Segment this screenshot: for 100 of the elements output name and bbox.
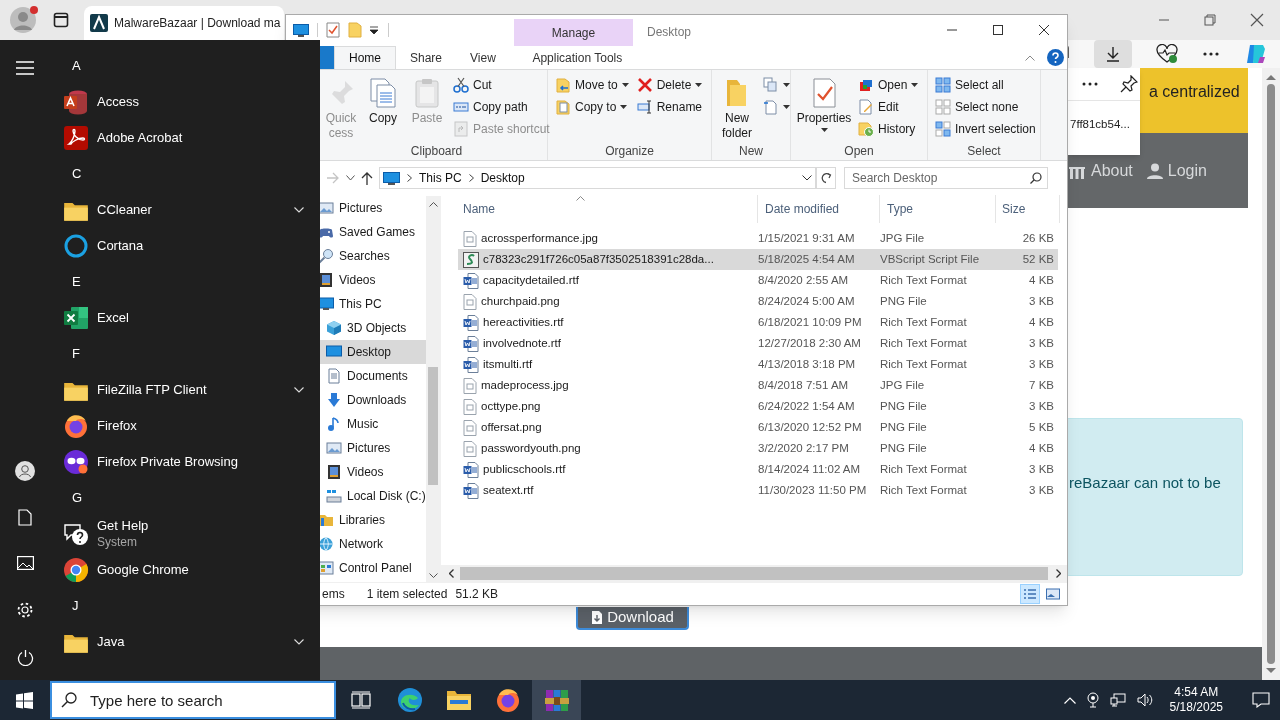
select-none-icon	[935, 99, 951, 115]
ribbon-button[interactable]	[761, 97, 792, 117]
path-icon	[453, 99, 469, 115]
date-modified: 6/13/2020 12:52 PM	[758, 420, 862, 433]
search-field[interactable]: Type here to search	[50, 681, 336, 719]
file-row[interactable]: publicschools.rtf 8/14/2024 11:02 AM Rich Text Format 3 KB	[458, 459, 1058, 480]
ribbon-button[interactable]	[761, 75, 792, 95]
app-list-item[interactable]: Java	[50, 624, 304, 660]
file-row[interactable]: madeprocess.jpg 8/4/2018 7:51 AM JPG File 7 KB	[458, 375, 1058, 396]
ribbon-tab[interactable]: Home	[334, 46, 396, 69]
file-name: seatext.rtf	[483, 482, 534, 498]
ribbon-tab[interactable]: Application Tools	[517, 46, 637, 69]
file-row[interactable]: c78323c291f726c05a87f3502518391c28da... 5/18/2025 4:54 AM VBScript Script File 52 KB	[458, 249, 1058, 270]
clock-date: 5/18/2025	[1169, 700, 1223, 715]
file-type: PNG File	[880, 399, 927, 412]
downloads-button[interactable]	[1094, 40, 1132, 68]
ribbon-button[interactable]: Copy	[363, 73, 403, 126]
file-row[interactable]: involvednote.rtf 12/27/2018 2:30 AM Rich Text Format 3 KB	[458, 333, 1058, 354]
file-type: Rich Text Format	[880, 273, 967, 286]
app-list-item[interactable]: Firefox Private Browsing	[50, 444, 304, 480]
file-row[interactable]: itsmulti.rtf 4/13/2018 3:18 PM Rich Text Format 3 KB	[458, 354, 1058, 375]
app-list-item[interactable]: Get Help System	[50, 516, 304, 552]
file-name: hereactivities.rtf	[483, 314, 564, 330]
forward-icon	[326, 172, 340, 184]
date-modified: 11/30/2023 11:50 PM	[758, 483, 867, 496]
file-row[interactable]: churchpaid.png 8/24/2024 5:00 AM PNG File 3 KB	[458, 291, 1058, 312]
ribbon-tab[interactable]: Share	[396, 46, 457, 69]
file-row[interactable]: hereactivities.rtf 6/18/2021 10:09 PM Rich Text Format 4 KB	[458, 312, 1058, 333]
app-list-item[interactable]: Adobe Acrobat	[50, 120, 304, 156]
dropdown-arrow-icon	[620, 105, 628, 109]
app-list-item[interactable]: CCleaner	[50, 192, 304, 228]
file-size: 4 KB	[1029, 272, 1054, 288]
fox-globe-icon	[63, 413, 89, 439]
ribbon-button[interactable]: Properties	[796, 73, 852, 132]
nav-link[interactable]: Login	[1146, 158, 1207, 183]
breadcrumb[interactable]: This PC	[419, 169, 462, 187]
file-row[interactable]: acrossperformance.jpg 1/15/2021 9:31 AM JPG File 26 KB	[458, 228, 1058, 249]
ribbon-button[interactable]: Edit	[856, 97, 921, 117]
address-bar[interactable]: This PC Desktop	[379, 167, 816, 189]
ribbon-button[interactable]: Select none	[933, 97, 1038, 117]
app-list-item[interactable]: Access	[50, 84, 304, 120]
scrollbar-thumb[interactable]	[428, 367, 439, 485]
app-name: Firefox	[97, 417, 138, 436]
ribbon-button[interactable]: Copy path	[451, 97, 552, 117]
ribbon-button[interactable]: Move to	[553, 75, 631, 95]
column-header[interactable]: Type	[880, 195, 996, 223]
chevron-right-icon	[407, 174, 412, 182]
rename-icon	[636, 99, 653, 115]
ribbon-button[interactable]: Rename	[634, 97, 705, 117]
app-list-item[interactable]: Excel	[50, 300, 304, 336]
ribbon-button[interactable]: Cut	[451, 75, 552, 95]
notice-text: reBazaar can not to be	[1069, 474, 1221, 491]
image-file-icon	[463, 398, 477, 415]
details-view-icon	[1023, 588, 1037, 600]
app-list-item[interactable]: FileZilla FTP Client	[50, 372, 304, 408]
ribbon-button[interactable]: History	[856, 119, 921, 139]
file-size: 26 KB	[1022, 230, 1054, 246]
ribbon-button[interactable]: Copy to	[553, 97, 631, 117]
column-header[interactable]: Size	[996, 195, 1060, 223]
ribbon-group-label: New	[739, 143, 763, 160]
ribbon-button[interactable]: Invert selection	[933, 119, 1038, 139]
app-list-item[interactable]: Firefox	[50, 408, 304, 444]
ribbon-button[interactable]: Select all	[933, 75, 1038, 95]
nav-link[interactable]: About	[1068, 158, 1133, 183]
dropdown-arrow-icon	[695, 83, 703, 87]
ribbon-button[interactable]: Open	[856, 75, 921, 95]
file-row[interactable]: capacitydetailed.rtf 8/4/2020 2:55 AM Rich Text Format 4 KB	[458, 270, 1058, 291]
file-row[interactable]: passwordyouth.png 3/2/2020 2:17 PM PNG File 4 KB	[458, 438, 1058, 459]
select-all-icon	[935, 77, 951, 93]
app-name: Get Help	[97, 518, 149, 534]
ribbon-button[interactable]: Delete	[634, 75, 705, 95]
ribbon-group-label: Clipboard	[410, 143, 463, 160]
word-document-icon	[463, 272, 479, 289]
breadcrumb[interactable]: Desktop	[480, 169, 525, 187]
app-list-item[interactable]: Cortana	[50, 228, 304, 264]
file-type: PNG File	[880, 441, 927, 454]
file-row[interactable]: octtype.png 6/24/2022 1:54 AM PNG File 3 KB	[458, 396, 1058, 417]
ribbon-tab[interactable]: View	[456, 46, 510, 69]
computer-icon	[383, 171, 400, 185]
browser-tab[interactable]: MalwareBazaar | Download ma	[84, 6, 284, 40]
download-button[interactable]: Download	[576, 607, 689, 630]
file-name: acrossperformance.jpg	[481, 230, 598, 246]
column-header[interactable]: Name	[456, 195, 758, 223]
computer-icon	[293, 23, 309, 37]
search-icon	[61, 692, 77, 708]
file-row[interactable]: seatext.rtf 11/30/2023 11:50 PM Rich Text Format 3 KB	[458, 480, 1058, 501]
database-icon	[63, 89, 89, 115]
document-icon	[18, 509, 32, 526]
file-row[interactable]: offersat.png 6/13/2020 12:52 PM PNG File 5 KB	[458, 417, 1058, 438]
ribbon-button[interactable]: New folder	[717, 73, 757, 141]
refresh-button[interactable]	[816, 167, 836, 189]
scrollbar-thumb[interactable]	[460, 567, 1048, 580]
date-modified: 1/15/2021 9:31 AM	[758, 231, 855, 244]
clock[interactable]: 4:54 AM 5/18/2025	[1163, 685, 1229, 715]
view-button[interactable]	[1020, 584, 1040, 604]
file-type: Rich Text Format	[880, 315, 967, 328]
app-list-item[interactable]: Google Chrome	[50, 552, 304, 588]
column-header[interactable]: Date modified	[758, 195, 880, 223]
scissors-icon	[453, 77, 469, 93]
file-name: octtype.png	[481, 398, 541, 414]
